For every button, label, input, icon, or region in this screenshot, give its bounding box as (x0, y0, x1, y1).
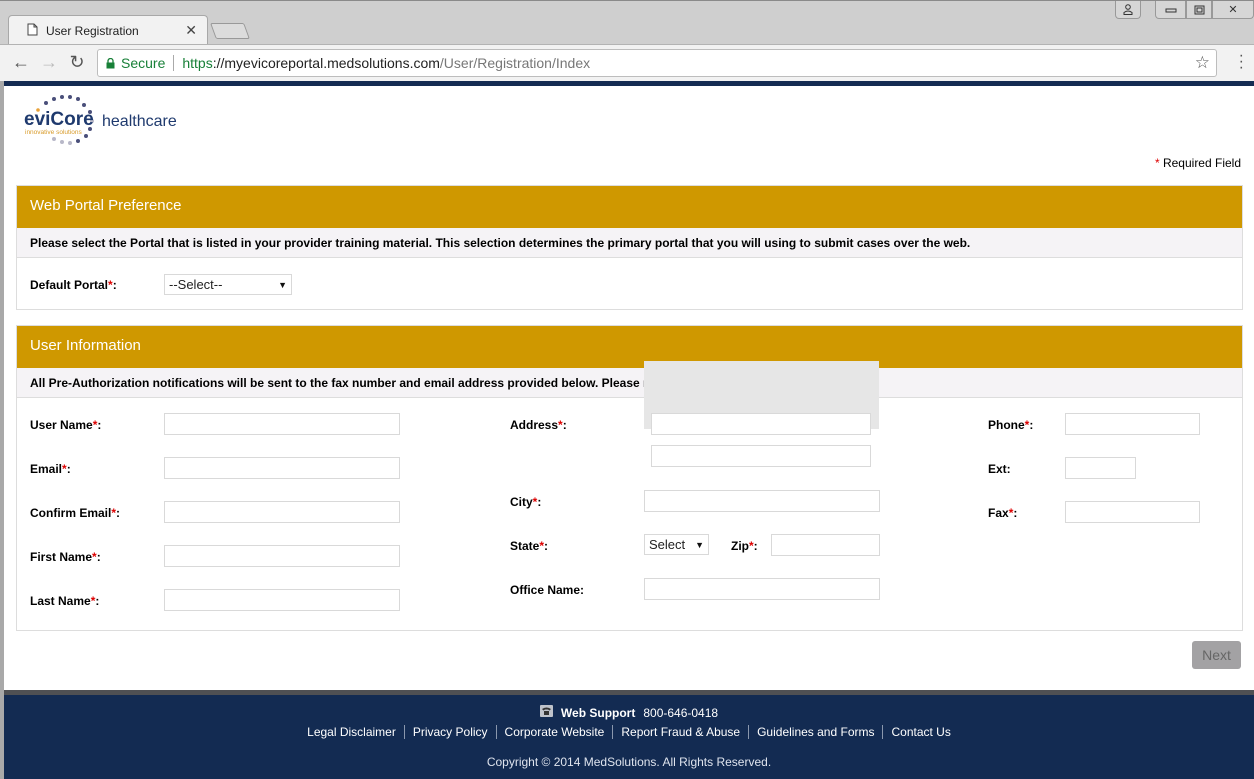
first-name-label: First Name*: (30, 550, 101, 564)
footer-link-corporate-website[interactable]: Corporate Website (495, 725, 613, 739)
browser-toolbar: ← → ↻ Secure https://myevicoreportal.med… (0, 44, 1254, 81)
office-name-label: Office Name: (510, 583, 585, 597)
first-name-input[interactable] (164, 545, 400, 567)
ext-input[interactable] (1065, 457, 1136, 479)
address-label: Address*: (510, 418, 567, 432)
url-separator (173, 55, 175, 71)
support-phone: 800-646-0418 (643, 705, 719, 720)
panel-title: Web Portal Preference (17, 186, 1242, 228)
state-label: State*: (510, 539, 549, 553)
web-support: Web Support 800-646-0418 (4, 705, 1254, 720)
phone-icon (539, 705, 553, 720)
url-host: ://myevicoreportal.medsolutions.com (212, 55, 440, 71)
last-name-input[interactable] (164, 589, 400, 611)
phone-input[interactable] (1065, 413, 1200, 435)
footer-links: Legal Disclaimer Privacy Policy Corporat… (4, 725, 1254, 739)
footer-link-contact-us[interactable]: Contact Us (882, 725, 958, 739)
confirm-email-label: Confirm Email*: (30, 506, 121, 520)
secure-label: Secure (121, 55, 166, 71)
address-line1-input[interactable] (651, 413, 871, 435)
panel-note: All Pre-Authorization notifications will… (17, 368, 1242, 398)
tab-title: User Registration (46, 24, 139, 38)
page-icon (27, 23, 38, 39)
window-controls: ✕ (1115, 1, 1254, 19)
close-window-icon[interactable]: ✕ (1212, 1, 1254, 19)
logo-tagline: innovative solutions (25, 129, 82, 136)
copyright: Copyright © 2014 MedSolutions. All Right… (486, 755, 772, 769)
footer-link-report-fraud[interactable]: Report Fraud & Abuse (612, 725, 748, 739)
email-input[interactable] (164, 457, 400, 479)
page: eviCore innovative solutions healthcare … (4, 81, 1254, 779)
browser-tab[interactable]: User Registration ✕ (8, 15, 208, 45)
reload-icon[interactable]: ↻ (66, 51, 88, 73)
url-path: /User/Registration/Index (439, 55, 591, 71)
profile-icon[interactable] (1115, 1, 1141, 19)
required-field-note: * Required Field (1155, 156, 1241, 170)
browser-menu-icon[interactable]: · · · (1239, 48, 1244, 76)
default-portal-value: --Select-- (169, 277, 223, 292)
state-value: Select (649, 537, 686, 552)
url-scheme: https (182, 55, 213, 71)
user-name-input[interactable] (164, 413, 400, 435)
top-accent-bar (4, 81, 1254, 86)
last-name-label: Last Name*: (30, 594, 100, 608)
confirm-email-input[interactable] (164, 501, 400, 523)
required-label: Required Field (1159, 156, 1241, 170)
lock-icon (106, 57, 115, 68)
footer-link-legal-disclaimer[interactable]: Legal Disclaimer (299, 725, 404, 739)
bookmark-star-icon[interactable]: ☆ (1195, 53, 1210, 73)
footer-link-privacy-policy[interactable]: Privacy Policy (403, 725, 496, 739)
logo-suffix: healthcare (102, 113, 177, 130)
fax-label: Fax*: (988, 506, 1018, 520)
city-input[interactable] (644, 490, 880, 512)
email-label: Email*: (30, 462, 71, 476)
maximize-icon[interactable] (1186, 1, 1212, 19)
forward-icon[interactable]: → (38, 51, 60, 73)
close-tab-icon[interactable]: ✕ (185, 22, 197, 39)
phone-label: Phone*: (988, 418, 1034, 432)
user-name-label: User Name*: (30, 418, 102, 432)
dropdown-arrow-icon: ▼ (695, 539, 704, 550)
dropdown-arrow-icon: ▼ (278, 279, 287, 290)
zip-input[interactable] (771, 534, 880, 556)
new-tab-button[interactable] (210, 23, 250, 39)
support-label: Web Support (560, 705, 636, 720)
address-line2-input[interactable] (651, 445, 871, 467)
default-portal-label: Default Portal*: (30, 278, 117, 292)
city-label: City*: (510, 495, 542, 509)
footer-link-guidelines-forms[interactable]: Guidelines and Forms (748, 725, 882, 739)
back-icon[interactable]: ← (10, 51, 32, 73)
office-name-input[interactable] (644, 578, 880, 600)
panel-title: User Information (17, 326, 1242, 368)
footer: Web Support 800-646-0418 Legal Disclaime… (4, 690, 1254, 779)
user-information-panel: User Information All Pre-Authorization n… (16, 325, 1243, 631)
default-portal-select[interactable]: --Select-- ▼ (164, 274, 292, 295)
state-select[interactable]: Select ▼ (644, 534, 709, 555)
panel-note: Please select the Portal that is listed … (17, 228, 1242, 258)
next-button[interactable]: Next (1192, 641, 1241, 669)
web-portal-panel: Web Portal Preference Please select the … (16, 185, 1243, 310)
zip-label: Zip*: (731, 539, 758, 553)
browser-titlebar: User Registration ✕ ✕ (0, 0, 1254, 45)
fax-input[interactable] (1065, 501, 1200, 523)
ext-label: Ext: (988, 462, 1011, 476)
minimize-icon[interactable] (1155, 1, 1186, 19)
logo-brand: eviCore (24, 109, 94, 130)
secure-indicator[interactable]: Secure (106, 55, 165, 71)
evicore-logo[interactable]: eviCore innovative solutions healthcare (24, 93, 194, 149)
address-bar[interactable]: Secure https://myevicoreportal.medsoluti… (97, 49, 1217, 77)
